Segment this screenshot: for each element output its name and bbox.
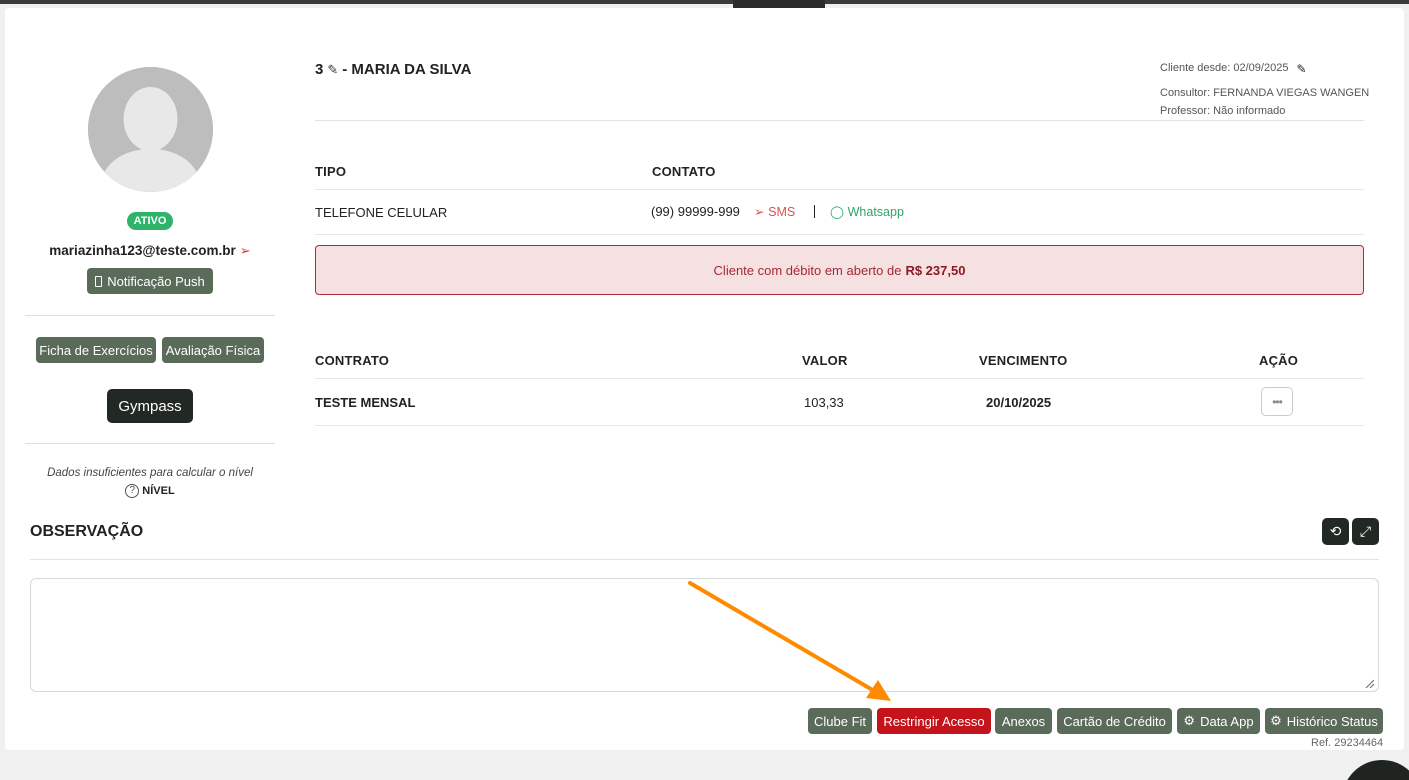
top-bar (0, 0, 1409, 4)
professor: Professor: Não informado (1160, 105, 1286, 117)
contact-header-contato: CONTATO (652, 164, 716, 179)
edit-name-pencil-icon[interactable]: ✎ (327, 62, 338, 78)
nivel-message: Dados insuficientes para calcular o níve… (47, 467, 253, 479)
sms-link[interactable]: ➢ SMS (754, 204, 795, 219)
whatsapp-label: Whatsapp (847, 205, 904, 219)
client-name: - MARIA DA SILVA (342, 61, 472, 78)
table-divider (315, 378, 1364, 379)
contract-actions-button[interactable]: ••• (1261, 387, 1293, 416)
expand-icon: ⤢ (1359, 523, 1372, 539)
edit-date-pencil-icon[interactable]: ✎ (1296, 62, 1306, 76)
consultor: Consultor: FERNANDA VIEGAS WANGEN (1160, 87, 1370, 99)
contract-header-vencimento: VENCIMENTO (979, 353, 1068, 368)
contract-header-contrato: CONTRATO (315, 353, 390, 368)
history-button[interactable]: ⟲ (1322, 518, 1349, 545)
history-icon: ⟲ (1329, 523, 1342, 539)
cliente-desde: Cliente desde: 02/09/2025 ✎ (1160, 62, 1364, 76)
gear-icon: ⚙ (1183, 713, 1196, 728)
active-tab-indicator (733, 0, 825, 8)
debt-alert-text: Cliente com débito em aberto de (713, 262, 902, 278)
contract-header-acao: AÇÃO (1259, 353, 1299, 368)
observacao-textarea[interactable] (30, 578, 1379, 692)
gympass-button[interactable]: Gympass (107, 389, 193, 423)
push-notification-button[interactable]: Notificação Push (87, 268, 213, 294)
email-text: mariazinha123@teste.com.br (49, 243, 236, 258)
floating-chat-button[interactable] (1342, 760, 1409, 780)
contract-valor: 103,33 (804, 395, 844, 410)
contract-vencimento: 20/10/2025 (986, 395, 1052, 410)
expand-button[interactable]: ⤢ (1352, 518, 1379, 545)
historico-status-label: Histórico Status (1286, 713, 1378, 729)
client-email: mariazinha123@teste.com.br ➢ (25, 243, 275, 259)
reference-number: Ref. 29234464 (1311, 737, 1384, 749)
clube-fit-button[interactable]: Clube Fit (808, 708, 872, 734)
contact-header-tipo: TIPO (315, 164, 347, 179)
table-divider (315, 234, 1364, 235)
more-dots-icon: ••• (1272, 394, 1283, 409)
divider (30, 559, 1379, 560)
send-email-icon[interactable]: ➢ (240, 243, 251, 258)
cartao-credito-button[interactable]: Cartão de Crédito (1057, 708, 1172, 734)
debt-amount: R$ 237,50 (905, 262, 966, 278)
divider (25, 315, 275, 316)
restringir-acesso-button[interactable]: Restringir Acesso (877, 708, 991, 734)
avatar (88, 67, 213, 192)
contact-phone: (99) 99999-999 (651, 204, 740, 219)
contract-name[interactable]: TESTE MENSAL (315, 395, 415, 410)
contact-tipo: TELEFONE CELULAR (315, 205, 448, 220)
resize-handle-icon[interactable] (1364, 678, 1374, 688)
sms-label: SMS (768, 205, 796, 219)
debt-alert: Cliente com débito em aberto de R$ 237,50 (315, 245, 1364, 295)
anexos-button[interactable]: Anexos (995, 708, 1052, 734)
ficha-exercicios-button[interactable]: Ficha de Exercícios (36, 337, 156, 363)
data-app-button[interactable]: ⚙ Data App (1177, 708, 1260, 734)
divider (315, 120, 1364, 121)
cliente-desde-text: Cliente desde: 02/09/2025 (1160, 62, 1289, 74)
client-id: 3 (315, 61, 324, 78)
table-divider (315, 189, 1364, 190)
phone-icon (95, 275, 103, 287)
nivel-text: NÍVEL (142, 485, 175, 497)
client-name-heading: 3 ✎ - MARIA DA SILVA (315, 61, 471, 78)
chat-bubble-icon: ◯ (830, 205, 844, 219)
data-app-label: Data App (1200, 713, 1254, 729)
whatsapp-link[interactable]: ◯ Whatsapp (830, 204, 904, 219)
push-notification-label: Notificação Push (107, 273, 205, 289)
avaliacao-fisica-button[interactable]: Avaliação Física (162, 337, 264, 363)
table-divider (315, 425, 1364, 426)
divider (25, 443, 275, 444)
historico-status-button[interactable]: ⚙ Histórico Status (1265, 708, 1383, 734)
help-icon[interactable]: ? (125, 484, 140, 498)
separator (814, 205, 815, 218)
contract-header-valor: VALOR (802, 353, 848, 368)
send-icon: ➢ (754, 205, 765, 219)
observacao-title: OBSERVAÇÃO (30, 523, 144, 540)
user-silhouette-icon (88, 67, 213, 192)
status-badge: ATIVO (127, 212, 173, 230)
nivel-label: ? NÍVEL (25, 484, 275, 498)
gear-icon: ⚙ (1270, 713, 1282, 728)
